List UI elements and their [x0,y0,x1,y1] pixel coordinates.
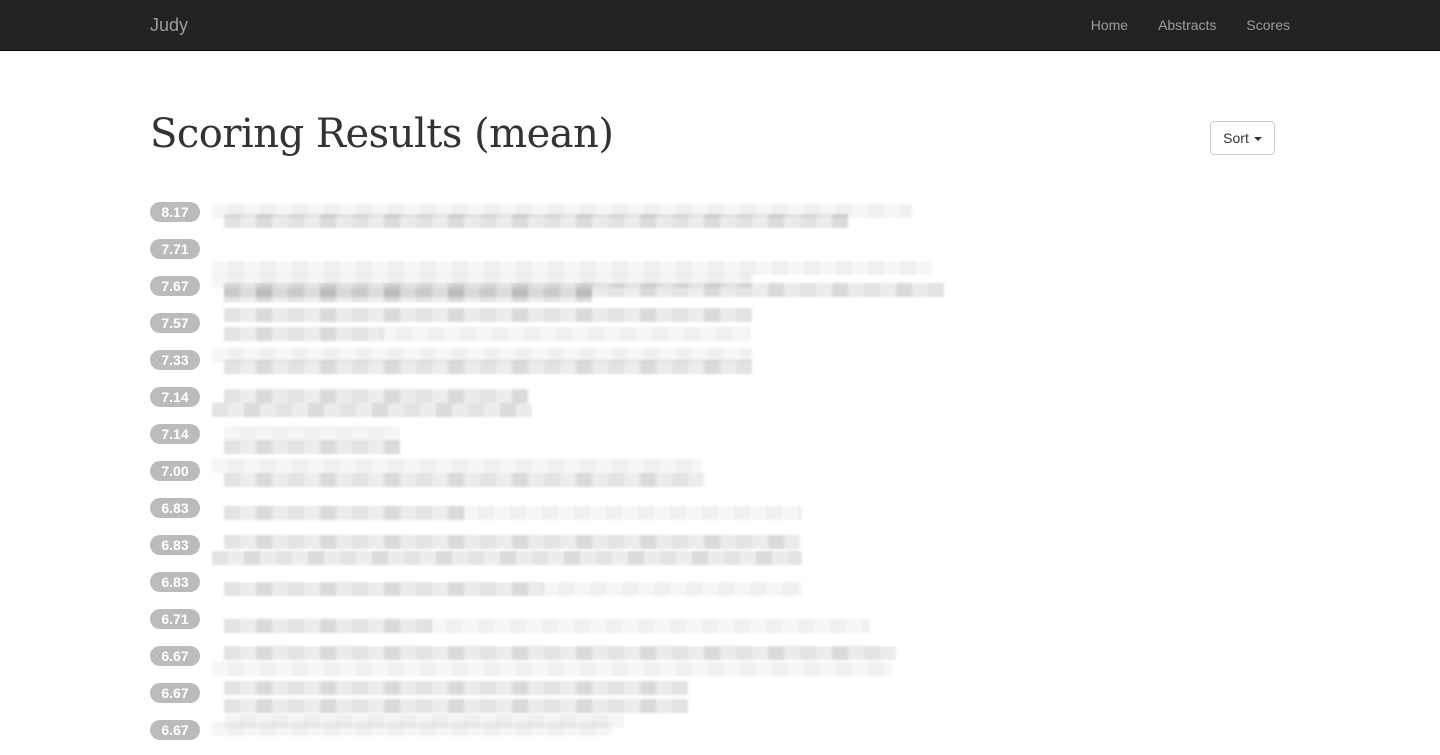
result-row: 7.57 [150,311,1275,348]
redaction-block [224,619,432,633]
redaction-block [224,214,848,228]
score-badge: 6.67 [150,646,200,666]
redaction-block [224,473,704,487]
result-row: 6.83 [150,533,1275,570]
redaction-block [430,619,870,633]
sort-dropdown-button[interactable]: Sort [1210,121,1275,155]
nav-abstracts[interactable]: Abstracts [1143,0,1231,50]
brand-link[interactable]: Judy [150,14,188,36]
result-row: 6.67 [150,681,1275,718]
score-badge: 7.14 [150,387,200,407]
nav-scores[interactable]: Scores [1231,0,1305,50]
redaction-block [224,288,592,302]
nav-home[interactable]: Home [1076,0,1143,50]
score-badge: 6.67 [150,683,200,703]
result-row: 7.71 [150,237,1275,297]
score-badge: 6.71 [150,609,200,629]
score-badge: 7.57 [150,313,200,333]
caret-down-icon [1253,137,1262,141]
redaction-block [224,440,400,454]
redaction-block [212,274,752,288]
result-row: 8.17 [150,200,1275,237]
score-badge: 7.00 [150,461,200,481]
score-badge: 7.33 [150,350,200,370]
results-list: 8.17 7.71 7.67 7.57 7.33 7.14 7.14 7.00 6.83 6.83… [150,200,1275,755]
redaction-block [212,551,802,565]
redaction-block [224,582,544,596]
result-row: 6.67 [150,644,1275,681]
page-title: Scoring Results (mean) [150,111,614,157]
score-badge: 6.67 [150,720,200,740]
redaction-block [212,403,532,417]
score-badge: 7.67 [150,276,200,296]
redaction-block [212,459,702,473]
score-badge: 8.17 [150,202,200,222]
redaction-block [212,348,752,362]
result-row: 7.33 [150,348,1275,385]
result-row: 7.00 [150,459,1275,496]
redaction-block [212,722,612,736]
result-row: 7.67 [150,274,1275,322]
navbar: Judy Home Abstracts Scores [0,0,1440,51]
score-badge: 7.71 [150,239,200,259]
result-row: 6.71 [150,607,1275,644]
sort-label: Sort [1223,130,1249,146]
result-row: 7.14 [150,385,1275,422]
score-badge: 7.14 [150,424,200,444]
redaction-block [462,506,802,520]
result-row: 6.83 [150,496,1275,533]
redaction-block [224,327,384,341]
score-badge: 6.83 [150,535,200,555]
redaction-block [380,327,750,341]
redaction-block [212,662,892,676]
redaction-block [212,204,912,218]
score-badge: 6.83 [150,498,200,518]
redaction-block [224,699,688,713]
redaction-block [224,646,896,660]
redaction-block [224,360,752,374]
result-row: 6.67 [150,714,1275,755]
redaction-block [224,389,528,403]
nav-links: Home Abstracts Scores [1076,0,1290,50]
redaction-block [224,426,400,440]
redaction-block [224,681,688,695]
redaction-block [224,506,464,520]
score-badge: 6.83 [150,572,200,592]
result-row: 7.14 [150,422,1275,459]
result-row: 6.83 [150,570,1275,607]
redaction-block [212,261,932,275]
redaction-block [224,535,800,549]
redaction-block [542,582,802,596]
